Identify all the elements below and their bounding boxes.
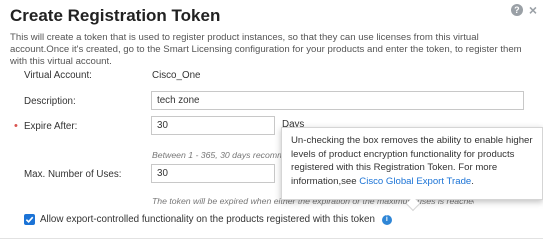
- close-icon[interactable]: ×: [529, 3, 537, 17]
- create-registration-token-dialog: Create Registration Token ? × This will …: [0, 0, 543, 243]
- max-uses-input[interactable]: 30: [151, 164, 275, 183]
- expire-after-hint: Between 1 - 365, 30 days recomm: [152, 150, 282, 160]
- tooltip-end: .: [471, 175, 474, 187]
- description-label: Description:: [24, 96, 76, 107]
- header-icons: ? ×: [510, 3, 537, 17]
- export-tooltip: Un-checking the box removes the ability …: [281, 127, 543, 200]
- required-marker: •: [14, 120, 18, 132]
- cisco-global-export-trade-link[interactable]: Cisco Global Export Trade: [359, 176, 471, 187]
- virtual-account-value: Cisco_One: [152, 70, 201, 81]
- check-icon: [25, 216, 34, 224]
- dialog-title: Create Registration Token: [10, 6, 221, 25]
- description-input[interactable]: tech zone: [151, 91, 524, 110]
- help-icon[interactable]: ?: [510, 4, 523, 16]
- export-controlled-checkbox[interactable]: [24, 214, 35, 225]
- max-uses-label: Max. Number of Uses:: [24, 169, 122, 180]
- footer-divider: [0, 238, 543, 239]
- export-controlled-row: Allow export-controlled functionality on…: [24, 214, 392, 225]
- dialog-description: This will create a token that is used to…: [10, 32, 522, 67]
- export-controlled-label: Allow export-controlled functionality on…: [40, 214, 375, 225]
- expire-after-input[interactable]: 30: [151, 116, 275, 135]
- info-icon[interactable]: i: [381, 214, 392, 225]
- expire-after-label: Expire After:: [24, 121, 78, 132]
- virtual-account-label: Virtual Account:: [24, 70, 92, 81]
